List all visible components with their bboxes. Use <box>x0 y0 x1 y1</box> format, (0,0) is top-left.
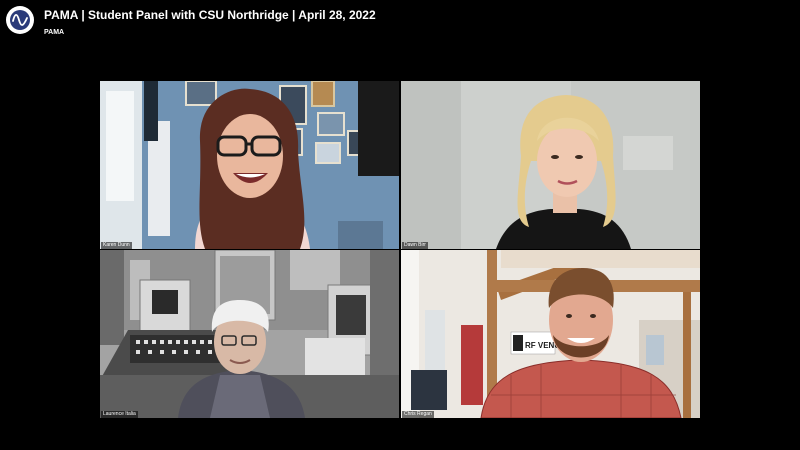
participant-tile-dawn-birr: Dawn Birr <box>401 81 700 249</box>
participant-name-label: Laurence Italia <box>101 411 138 418</box>
participant-video-feed: RF VENUE <box>401 250 700 418</box>
header-titles: PAMA | Student Panel with CSU Northridge… <box>44 6 376 38</box>
participant-tile-chris-regan: RF VENUE Chris Regan <box>401 250 700 418</box>
channel-logo[interactable] <box>6 6 34 34</box>
participant-name-label: Karen Dunn <box>101 242 132 249</box>
video-conference-grid: Karen Dunn Dawn Birr Laurence Italia RF … <box>100 81 700 418</box>
video-player-frame: PAMA | Student Panel with CSU Northridge… <box>0 0 800 450</box>
participant-tile-laurence-italia: Laurence Italia <box>100 250 399 418</box>
participant-video-feed <box>100 81 399 249</box>
video-title[interactable]: PAMA | Student Panel with CSU Northridge… <box>44 8 376 23</box>
participant-tile-karen-dunn: Karen Dunn <box>100 81 399 249</box>
channel-name[interactable]: PAMA <box>44 28 376 38</box>
video-header: PAMA | Student Panel with CSU Northridge… <box>6 6 376 38</box>
participant-name-label: Dawn Birr <box>402 242 428 249</box>
participant-video-feed <box>100 250 399 418</box>
participant-video-feed <box>401 81 700 249</box>
waveform-logo-icon <box>10 10 30 30</box>
participant-name-label: Chris Regan <box>402 411 434 418</box>
